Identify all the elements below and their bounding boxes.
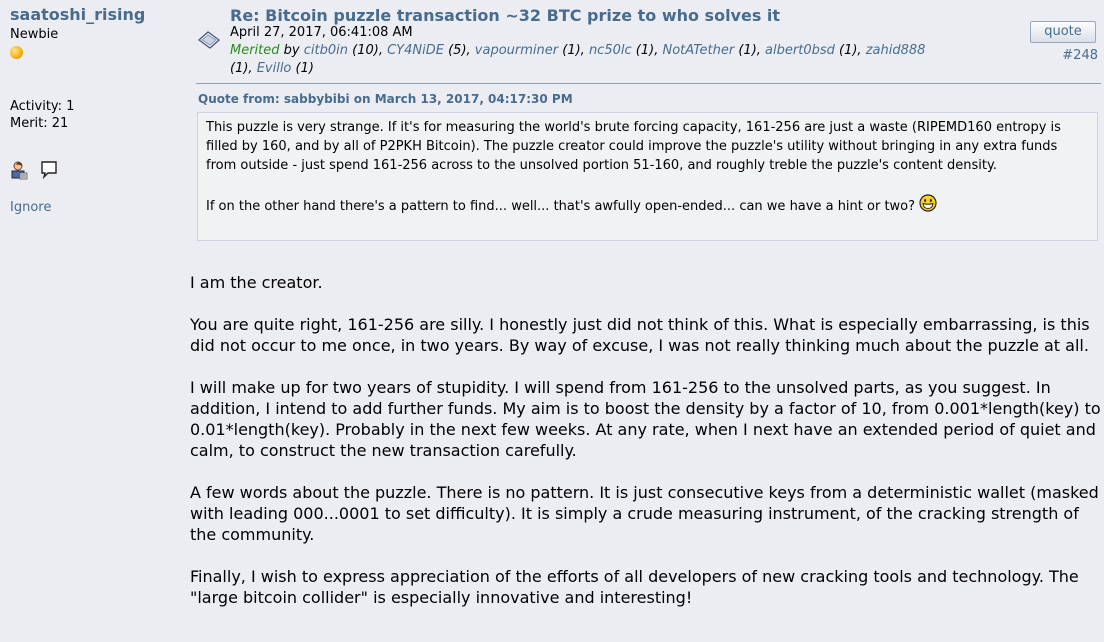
poster-name-link[interactable]: saatoshi_rising: [10, 5, 180, 24]
post-body: I am the creator. You are quite right, 1…: [190, 272, 1102, 629]
quote-header-link[interactable]: Quote from: sabbybibi on March 13, 2017,…: [198, 92, 573, 106]
coin-icon: [10, 46, 23, 59]
body-paragraph: I am the creator.: [190, 273, 323, 292]
merited-by-word: by: [283, 43, 300, 58]
poster-icons: [10, 160, 180, 184]
body-paragraph: I will make up for two years of stupidit…: [190, 378, 1101, 460]
body-paragraph: A few words about the puzzle. There is n…: [190, 483, 1099, 544]
activity-stat: Activity: 1: [10, 99, 75, 114]
merit-count: (10),: [352, 43, 383, 58]
merit-count: (1): [295, 61, 314, 76]
post-subject-link[interactable]: Re: Bitcoin puzzle transaction ~32 BTC p…: [230, 6, 780, 25]
header-divider: [196, 83, 1101, 84]
merit-user-evillo[interactable]: Evillo: [257, 61, 292, 76]
merit-stat: Merit: 21: [10, 116, 69, 131]
merit-count: (1),: [230, 61, 253, 76]
profile-icon[interactable]: [10, 160, 28, 184]
quote-block: This puzzle is very strange. If it's for…: [197, 112, 1098, 241]
merit-count: (1),: [839, 43, 862, 58]
quote-paragraph: This puzzle is very strange. If it's for…: [206, 120, 1061, 173]
body-paragraph: You are quite right, 161-256 are silly. …: [190, 315, 1090, 355]
quote-paragraph-last: If on the other hand there's a pattern t…: [206, 194, 1089, 218]
merit-count: (5),: [448, 43, 471, 58]
post-icon: [196, 29, 222, 51]
merit-count: (1),: [562, 43, 585, 58]
merit-user-cy4nide[interactable]: CY4NiDE: [387, 43, 444, 58]
merit-user-zahid888[interactable]: zahid888: [866, 43, 926, 58]
merit-user-nc50lc[interactable]: nc50lc: [589, 43, 632, 58]
poster-stats: Activity: 1 Merit: 21: [10, 98, 180, 132]
quote-button[interactable]: quote: [1030, 21, 1096, 43]
body-paragraph: Finally, I wish to express appreciation …: [190, 567, 1079, 607]
merit-user-notatether[interactable]: NotATether: [662, 43, 734, 58]
grin-smiley-icon: [919, 194, 937, 218]
merit-count: (1),: [635, 43, 659, 58]
poster-info: saatoshi_rising Newbie Activity: 1 Merit…: [10, 5, 180, 215]
merit-user-albert0bsd[interactable]: albert0bsd: [765, 43, 835, 58]
merited-by-line: Merited by citb0in (10), CY4NiDE (5), va…: [230, 42, 930, 78]
post-date: April 27, 2017, 06:41:08 AM: [230, 25, 413, 40]
merit-count: (1),: [738, 43, 761, 58]
quote-paragraph-text: If on the other hand there's a pattern t…: [206, 199, 916, 214]
merit-user-citb0in[interactable]: citb0in: [304, 43, 348, 58]
poster-rank: Newbie: [10, 27, 59, 42]
merited-label: Merited: [230, 43, 280, 58]
post-number-link[interactable]: #248: [1062, 48, 1098, 63]
ignore-link[interactable]: Ignore: [10, 200, 180, 215]
message-icon[interactable]: [40, 160, 58, 184]
merit-user-vapourminer[interactable]: vapourminer: [475, 43, 558, 58]
